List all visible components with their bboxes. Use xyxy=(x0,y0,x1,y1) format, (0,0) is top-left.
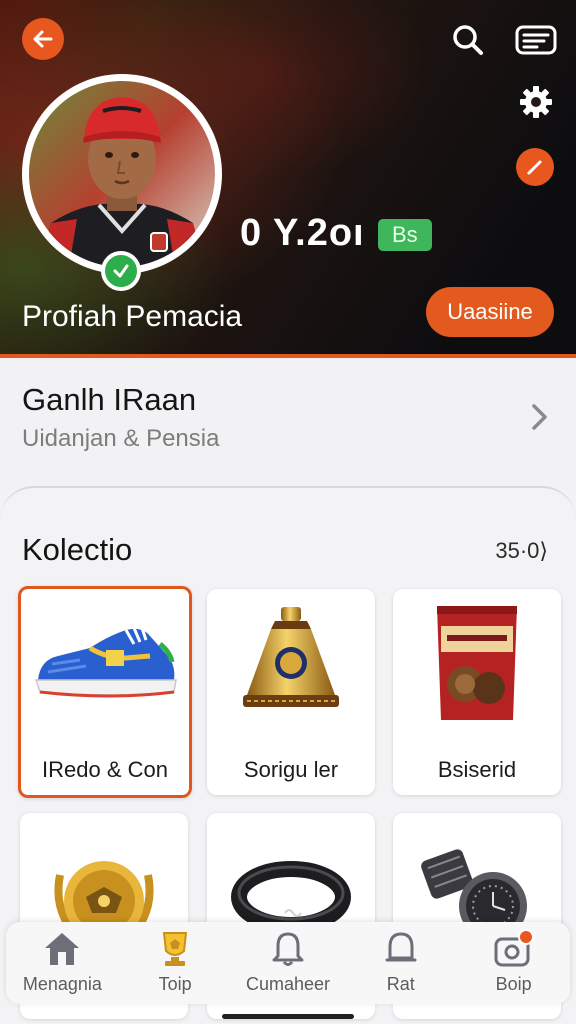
verified-badge xyxy=(101,251,141,291)
home-icon xyxy=(45,933,80,965)
chevron-right-icon xyxy=(532,404,547,430)
nav-label: Rat xyxy=(386,974,415,994)
info-subtitle: Uidanjan & Pensia xyxy=(22,425,220,452)
header-divider xyxy=(0,354,576,358)
edit-profile-button[interactable] xyxy=(516,148,554,186)
collection-card-sneaker[interactable]: IRedo & Con xyxy=(18,586,192,798)
nav-label: Menagnia xyxy=(22,974,102,994)
avatar[interactable] xyxy=(22,74,222,274)
collection-card-label: IRedo & Con xyxy=(42,757,168,782)
messages-button[interactable] xyxy=(512,18,560,62)
back-arrow-icon xyxy=(33,30,53,48)
profile-name: Profiah Pemacia xyxy=(22,300,243,333)
search-button[interactable] xyxy=(446,18,490,62)
gear-icon xyxy=(520,86,552,118)
settings-button[interactable] xyxy=(514,80,558,124)
nav-label: Toip xyxy=(158,974,192,994)
collection-card-bell[interactable]: Sorigu ler xyxy=(207,589,375,795)
collection-card-label: Bsiserid xyxy=(437,757,517,782)
collection-card-snack[interactable]: Bsiserid xyxy=(393,589,561,795)
follow-button[interactable]: Uaasiine xyxy=(426,287,554,337)
nav-item-notifications[interactable]: Cumaheer xyxy=(232,922,345,1004)
verified-icon xyxy=(113,264,129,278)
snack-bag-icon xyxy=(437,606,517,720)
nav-item-trophy[interactable]: Toip xyxy=(119,922,232,1004)
collection-title: Kolectio xyxy=(22,532,133,567)
info-title: Ganlh IRaan xyxy=(22,382,197,417)
search-icon xyxy=(453,25,483,55)
camera-icon xyxy=(494,929,534,967)
info-row[interactable]: Ganlh IRaan Uidanjan & Pensia xyxy=(0,362,576,486)
nav-item-camera[interactable]: Boip xyxy=(457,922,570,1004)
collection-card-label: Sorigu ler xyxy=(243,757,339,782)
nav-item-alerts[interactable]: Rat xyxy=(344,922,457,1004)
back-button[interactable] xyxy=(22,18,64,60)
stat-value: 0 Y.2oı xyxy=(240,212,365,254)
bottom-navigation: Menagnia Toip Cumaheer Rat Boip xyxy=(6,922,570,1004)
home-indicator xyxy=(222,1014,354,1019)
collection-count[interactable]: 35·0⟩ xyxy=(495,538,548,564)
bell-icon xyxy=(272,932,304,966)
nav-label: Boip xyxy=(495,974,532,994)
golden-bell-icon xyxy=(243,607,339,707)
bell-outline-icon xyxy=(385,932,417,962)
edit-icon xyxy=(527,160,542,175)
nav-label: Cumaheer xyxy=(245,974,331,994)
sneaker-icon xyxy=(34,627,177,698)
player-portrait-image xyxy=(29,81,215,267)
profile-header: 0 Y.2oı Bs Profiah Pemacia Uaasiine xyxy=(0,0,576,358)
message-icon xyxy=(515,25,557,55)
trophy-icon xyxy=(163,932,188,966)
nav-item-home[interactable]: Menagnia xyxy=(6,922,119,1004)
stat-badge: Bs xyxy=(378,219,432,251)
